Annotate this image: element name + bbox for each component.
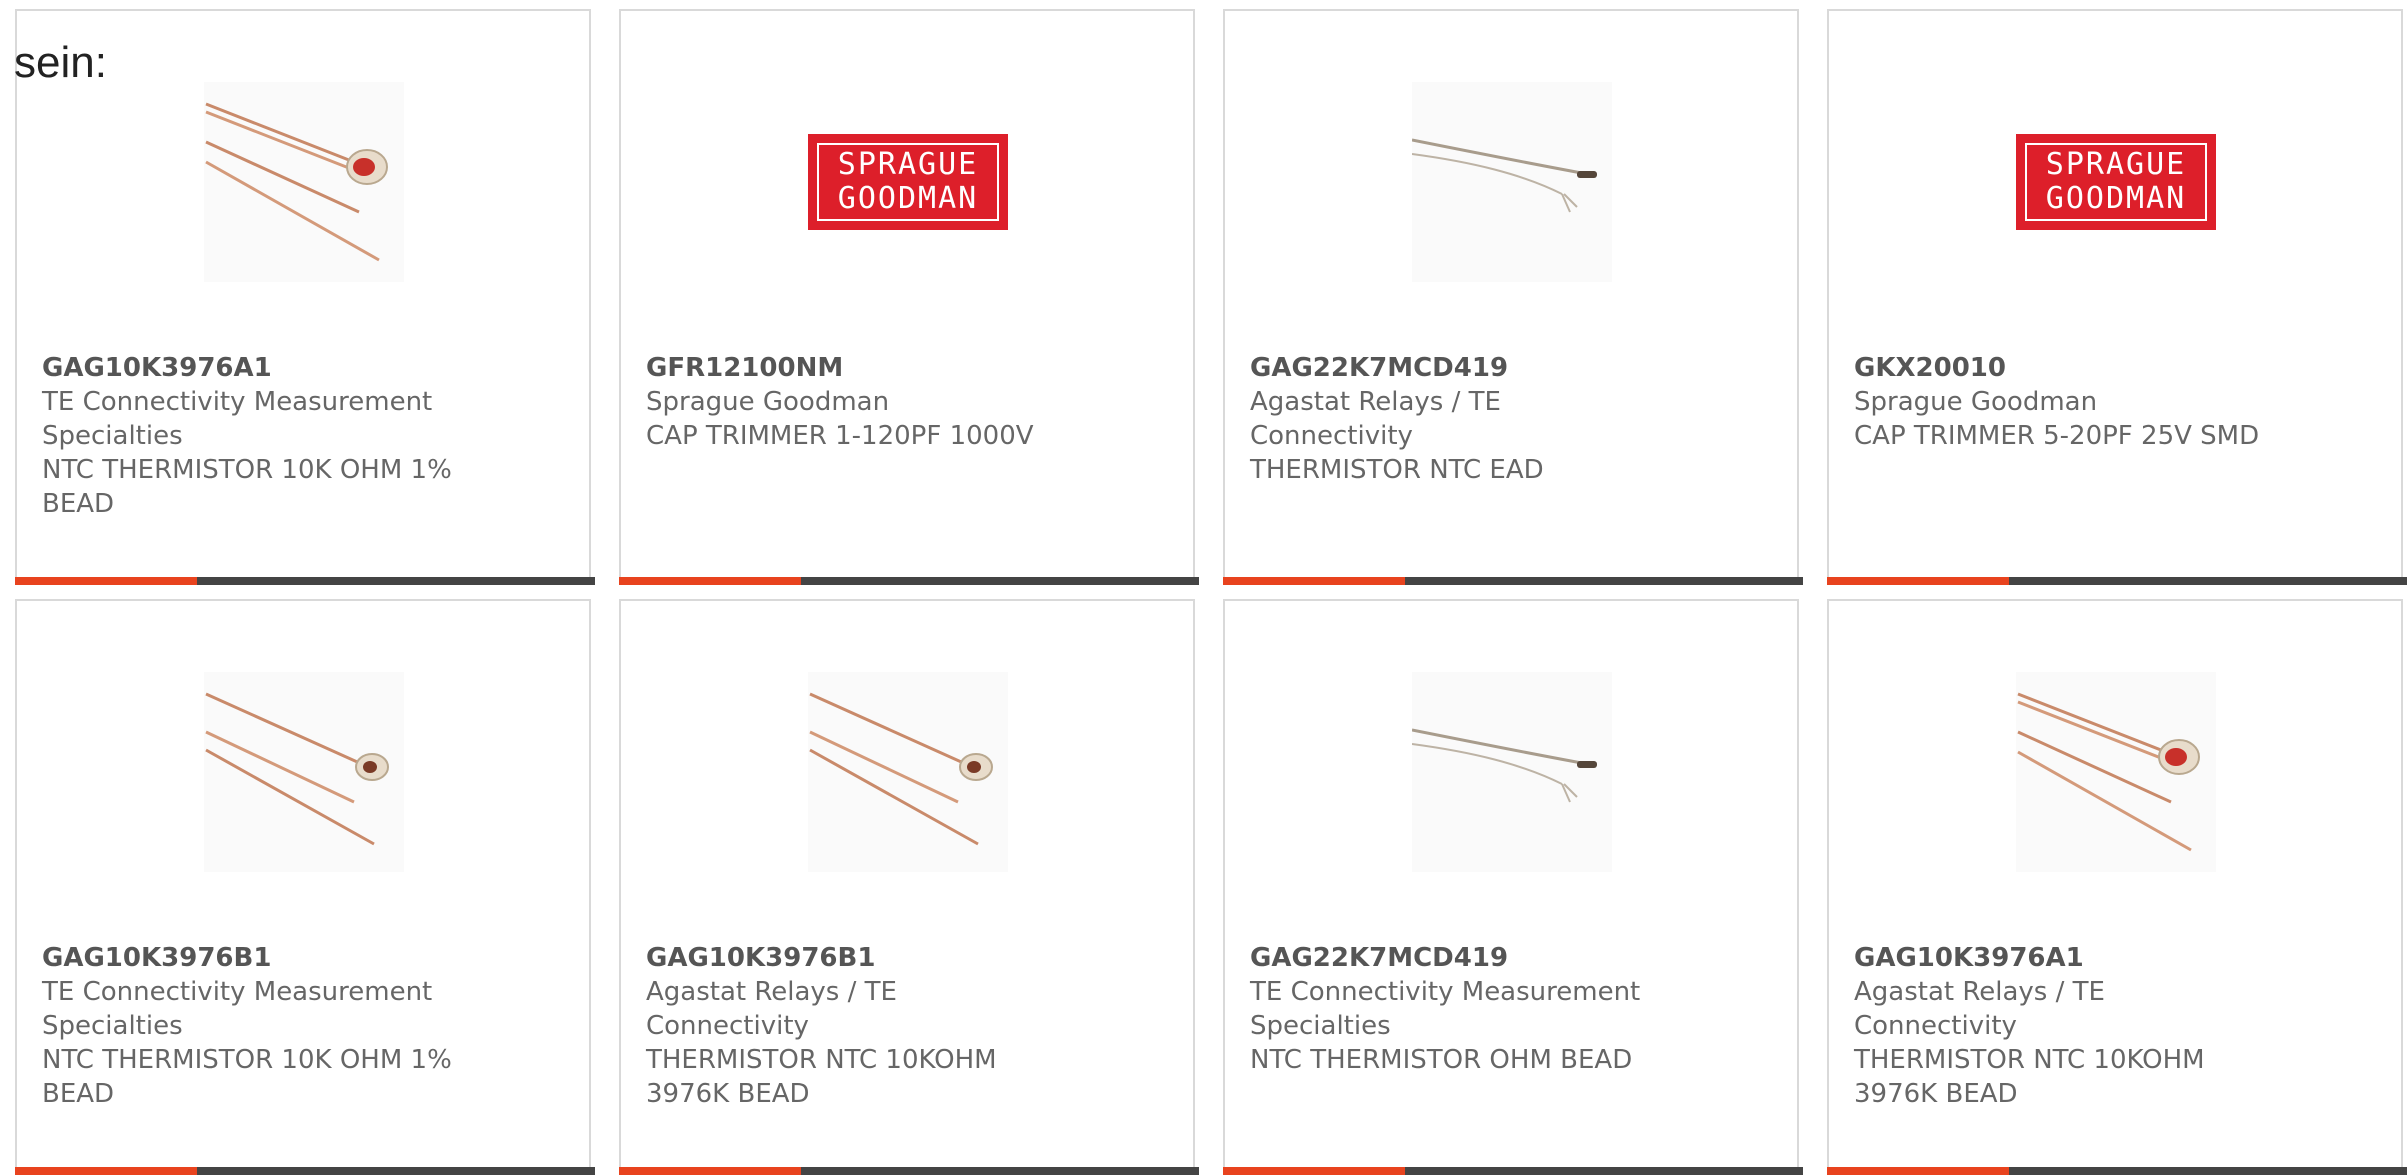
description: THERMISTOR NTC 10KOHM 3976K BEAD <box>1854 1045 2205 1109</box>
product-info: GAG10K3976A1 Agastat Relays / TE Connect… <box>1854 941 2274 1111</box>
product-card[interactable]: SPRAGUE GOODMAN GFR12100NM Sprague Goodm… <box>619 9 1199 585</box>
card-bar <box>15 577 595 585</box>
card-bar <box>1223 1167 1803 1175</box>
product-info: GAG10K3976B1 Agastat Relays / TE Connect… <box>646 941 1066 1111</box>
manufacturer: Agastat Relays / TE Connectivity <box>1250 387 1501 451</box>
product-info: GKX20010 Sprague Goodman CAP TRIMMER 5-2… <box>1854 351 2274 453</box>
card-bar-accent <box>15 577 197 585</box>
part-number[interactable]: GFR12100NM <box>646 351 1066 385</box>
thermistor-probe-icon <box>1412 672 1612 872</box>
manufacturer: Sprague Goodman <box>1854 387 2098 417</box>
card-bar <box>1223 577 1803 585</box>
manufacturer: Agastat Relays / TE Connectivity <box>1854 977 2105 1041</box>
description: CAP TRIMMER 1-120PF 1000V <box>646 421 1034 451</box>
sprague-goodman-logo: SPRAGUE GOODMAN <box>2016 82 2216 282</box>
card-bar <box>619 1167 1199 1175</box>
thermistor-bead-icon <box>204 672 404 872</box>
description: NTC THERMISTOR OHM BEAD <box>1250 1045 1633 1075</box>
product-info: GAG22K7MCD419 Agastat Relays / TE Connec… <box>1250 351 1670 487</box>
product-card[interactable]: GAG22K7MCD419 Agastat Relays / TE Connec… <box>1223 9 1803 585</box>
product-grid: GAG10K3976A1 TE Connectivity Measurement… <box>0 0 2408 1175</box>
description: NTC THERMISTOR 10K OHM 1% BEAD <box>42 455 452 519</box>
product-info: GAG10K3976B1 TE Connectivity Measurement… <box>42 941 462 1111</box>
card-bar-accent <box>1223 1167 1405 1175</box>
card-bar <box>619 577 1199 585</box>
card-bar-accent <box>1223 577 1405 585</box>
card-bar <box>1827 1167 2407 1175</box>
product-info: GAG22K7MCD419 TE Connectivity Measuremen… <box>1250 941 1670 1077</box>
product-card[interactable]: SPRAGUE GOODMAN GKX20010 Sprague Goodman… <box>1827 9 2407 585</box>
product-card[interactable]: GAG22K7MCD419 TE Connectivity Measuremen… <box>1223 599 1803 1175</box>
card-bar-accent <box>1827 1167 2009 1175</box>
thermistor-bead-icon <box>808 672 1008 872</box>
part-number[interactable]: GAG10K3976A1 <box>42 351 462 385</box>
sprague-goodman-logo: SPRAGUE GOODMAN <box>808 82 1008 282</box>
card-bar-accent <box>619 1167 801 1175</box>
card-bar-accent <box>619 577 801 585</box>
product-info: GFR12100NM Sprague Goodman CAP TRIMMER 1… <box>646 351 1066 453</box>
part-number[interactable]: GAG10K3976B1 <box>646 941 1066 975</box>
part-number[interactable]: GAG10K3976B1 <box>42 941 462 975</box>
description: CAP TRIMMER 5-20PF 25V SMD <box>1854 421 2260 451</box>
description: THERMISTOR NTC 10KOHM 3976K BEAD <box>646 1045 997 1109</box>
manufacturer: Agastat Relays / TE Connectivity <box>646 977 897 1041</box>
card-bar <box>15 1167 595 1175</box>
part-number[interactable]: GAG10K3976A1 <box>1854 941 2274 975</box>
intro-text: sein: <box>14 38 107 87</box>
manufacturer: TE Connectivity Measurement Specialties <box>1250 977 1641 1041</box>
description: NTC THERMISTOR 10K OHM 1% BEAD <box>42 1045 452 1109</box>
manufacturer: TE Connectivity Measurement Specialties <box>42 977 433 1041</box>
thermistor-probe-icon <box>1412 82 1612 282</box>
card-bar-accent <box>1827 577 2009 585</box>
product-card[interactable]: GAG10K3976B1 Agastat Relays / TE Connect… <box>619 599 1199 1175</box>
card-bar <box>1827 577 2407 585</box>
description: THERMISTOR NTC EAD <box>1250 455 1544 485</box>
manufacturer: Sprague Goodman <box>646 387 890 417</box>
product-card[interactable]: GAG10K3976A1 Agastat Relays / TE Connect… <box>1827 599 2407 1175</box>
product-card[interactable]: GAG10K3976B1 TE Connectivity Measurement… <box>15 599 595 1175</box>
part-number[interactable]: GAG22K7MCD419 <box>1250 351 1670 385</box>
product-info: GAG10K3976A1 TE Connectivity Measurement… <box>42 351 462 521</box>
card-bar-accent <box>15 1167 197 1175</box>
part-number[interactable]: GAG22K7MCD419 <box>1250 941 1670 975</box>
product-card[interactable]: GAG10K3976A1 TE Connectivity Measurement… <box>15 9 595 585</box>
thermistor-bead-icon <box>2016 672 2216 872</box>
thermistor-bead-icon <box>204 82 404 282</box>
part-number[interactable]: GKX20010 <box>1854 351 2274 385</box>
manufacturer: TE Connectivity Measurement Specialties <box>42 387 433 451</box>
